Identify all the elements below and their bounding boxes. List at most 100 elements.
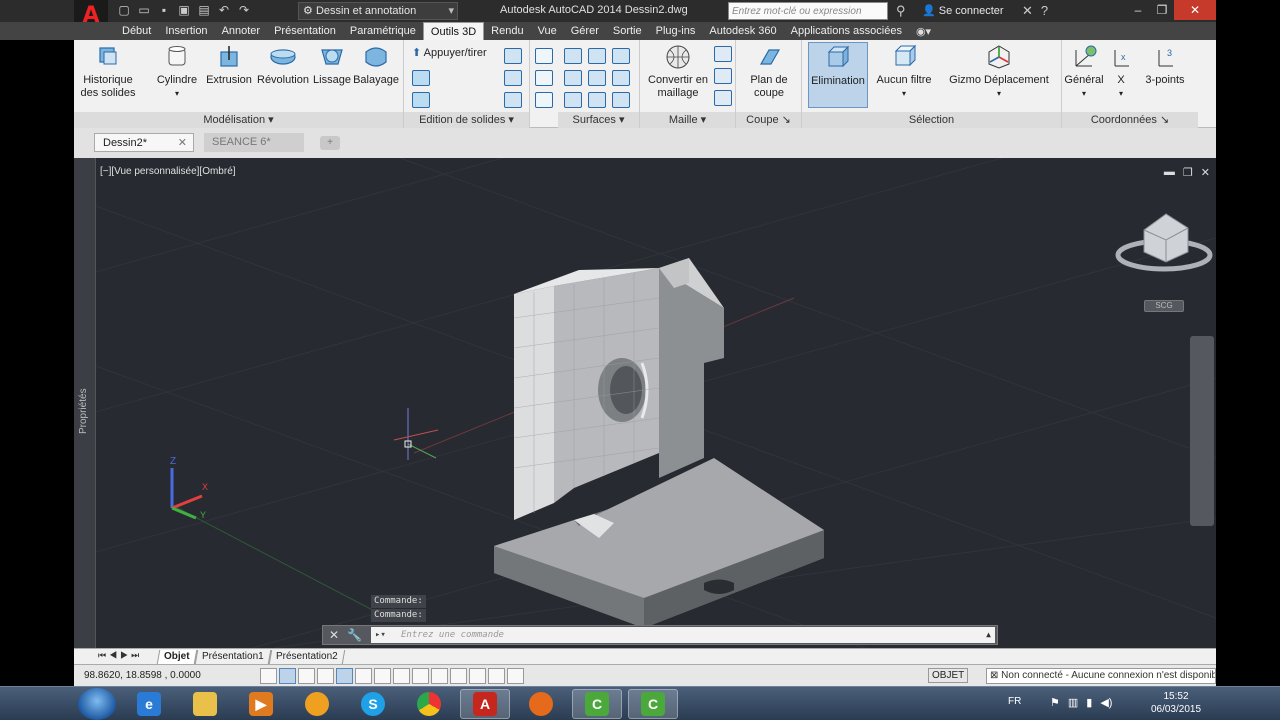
object-snap-icon[interactable] [336,668,353,684]
boolean-intersect-icon[interactable] [535,92,553,108]
volume-icon[interactable]: ◀) [1100,696,1112,709]
transparency-icon[interactable] [450,668,467,684]
boolean-subtract-icon[interactable] [535,70,553,86]
wrench-icon[interactable]: 🔧 [347,628,362,642]
lissage-button[interactable]: Lissage [312,44,352,87]
ribbon-tab[interactable]: Autodesk 360 [702,22,783,40]
ucs-menu[interactable]: SCG [1144,300,1184,312]
slice-icon[interactable] [504,48,522,64]
workspace-select[interactable]: ⚙ Dessin et annotation ▾ [298,2,458,20]
mesh-refine-icon[interactable] [714,68,732,84]
help-icon[interactable]: ? [1041,3,1048,19]
mesh-crease-icon[interactable] [714,90,732,106]
panel-coordonnees-title[interactable]: Coordonnées ↘ [1062,112,1198,128]
coordinate-readout[interactable]: 98.8620, 18.8598 , 0.0000 [84,670,201,681]
ribbon-tab[interactable]: Gérer [564,22,606,40]
restore-icon[interactable]: ❐ [1183,166,1193,179]
ucs-x-button[interactable]: x X ▾ [1106,44,1136,100]
polar-tracking-icon[interactable] [317,668,334,684]
search-input[interactable]: Entrez mot-clé ou expression [728,2,888,20]
undo-icon[interactable]: ↶ [216,3,232,18]
surface-planar-icon[interactable] [588,48,606,64]
snap-mode-icon[interactable] [260,668,277,684]
start-button[interactable] [78,688,116,720]
open-icon[interactable]: ▭ [136,3,152,18]
annotation-monitor-icon[interactable] [507,668,524,684]
taskbar-camtasia-2[interactable]: C [628,689,678,719]
print-icon[interactable]: ▤ [196,3,212,18]
taskbar-ie[interactable]: e [124,689,174,719]
flag-icon[interactable]: ⚑ [1050,696,1060,709]
layout-tab-objet[interactable]: Objet [156,650,197,664]
lineweight-icon[interactable] [431,668,448,684]
taskbar-skype[interactable]: S [348,689,398,719]
aucun-filtre-button[interactable]: Aucun filtre ▾ [872,44,936,100]
panel-coupe-title[interactable]: Coupe ↘ [736,112,801,128]
taskbar-autocad[interactable]: A [460,689,510,719]
battery-icon[interactable]: ▮ [1086,696,1092,709]
doc-tab-dessin2[interactable]: Dessin2* ✕ [94,133,194,152]
ribbon-tab[interactable]: Plug-ins [649,22,703,40]
command-input[interactable]: ▸▾ Entrez une commande ▲ [371,627,995,643]
chevron-up-icon[interactable]: ▲ [986,627,991,643]
solid-part[interactable] [494,258,824,628]
surface-sculpt-icon[interactable] [612,92,630,108]
ucs-general-button[interactable]: Général ▾ [1064,44,1104,100]
binoculars-icon[interactable]: ⚲ [896,3,906,19]
ucs-3points-button[interactable]: 3 3-points [1140,44,1190,87]
appuyer-tirer-button[interactable]: ⬆ Appuyer/tirer [412,46,487,59]
viewcube[interactable] [1115,213,1213,272]
taskbar-explorer[interactable] [180,689,230,719]
historique-button[interactable]: Historique des solides [80,44,136,100]
ortho-mode-icon[interactable] [298,668,315,684]
restore-icon[interactable]: ❐ [1150,0,1174,20]
ribbon-tab[interactable]: Sortie [606,22,649,40]
taskbar-app4[interactable] [292,689,342,719]
gizmo-deplacement-button[interactable]: Gizmo Déplacement ▾ [944,44,1054,100]
surface-offset-icon[interactable] [588,70,606,86]
taskbar-camtasia[interactable]: C [572,689,622,719]
panel-surfaces-title[interactable]: Surfaces ▾ [558,112,639,128]
ribbon-tab[interactable]: Outils 3D [422,22,485,40]
interfere-icon[interactable] [504,70,522,86]
close-icon[interactable]: ✕ [178,134,187,153]
viewport-label[interactable]: [−][Vue personnalisée][Ombré] [100,166,236,177]
panel-modelisation-title[interactable]: Modélisation ▾ [74,112,403,128]
signin-button[interactable]: 👤 Se connecter [922,4,1004,17]
surface-blend-icon[interactable] [612,48,630,64]
model-space-indicator[interactable]: OBJET [928,668,969,683]
minimize-icon[interactable]: ▬ [1164,166,1175,179]
ribbon-tab[interactable]: Présentation [267,22,343,40]
mesh-smooth-icon[interactable] [714,46,732,62]
taskbar-firefox[interactable] [516,689,566,719]
doc-tab-seance6[interactable]: SEANCE 6* [204,133,304,152]
ribbon-tab[interactable]: Début [115,22,158,40]
new-icon[interactable]: ▢ [116,3,132,18]
elimination-button[interactable]: Elimination [808,42,868,108]
solid-edit-icon[interactable] [412,70,430,86]
extrusion-button[interactable]: Extrusion [206,44,252,87]
panel-edition-title[interactable]: Edition de solides ▾ [404,112,529,128]
union-icon[interactable] [504,92,522,108]
ducs-icon[interactable] [393,668,410,684]
taskbar-media[interactable]: ▶ [236,689,286,719]
ribbon-tab[interactable]: Paramétrique [343,22,423,40]
layout-tab-presentation2[interactable]: Présentation2 [268,650,345,664]
surface-trim-icon[interactable] [588,92,606,108]
cylindre-button[interactable]: Cylindre ▾ [154,44,200,100]
convertir-maillage-button[interactable]: Convertir en maillage [646,44,710,100]
boolean-union-icon[interactable] [535,48,553,64]
surface-extend-icon[interactable] [564,92,582,108]
save-as-icon[interactable]: ▣ [176,3,192,18]
revolution-button[interactable]: Révolution [256,44,310,87]
drawing-viewport[interactable]: Z Y X Propriétés [−][Vue personnalisée][… [74,158,1216,648]
ribbon-tab[interactable]: Vue [531,22,564,40]
ribbon-tab[interactable]: Insertion [158,22,214,40]
solid-edit-2-icon[interactable] [412,92,430,108]
otrack-icon[interactable] [374,668,391,684]
clock[interactable]: 15:52 06/03/2015 [1148,690,1204,716]
network-icon[interactable]: ▥ [1068,696,1078,709]
ribbon-tab[interactable]: Annoter [215,22,268,40]
language-indicator[interactable]: FR [1008,696,1021,707]
selection-cycling-icon[interactable] [488,668,505,684]
